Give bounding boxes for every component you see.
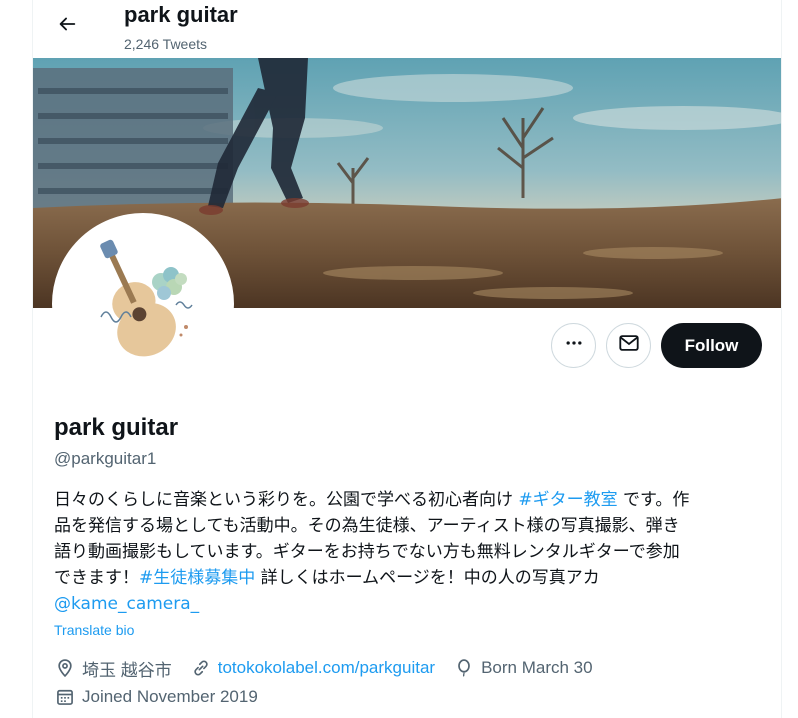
- translate-bio-link[interactable]: Translate bio: [54, 621, 134, 639]
- bio-line: 日々のくらしに音楽という彩りを。公園で学べる初心者向け #ギター教室 です。作: [54, 490, 690, 510]
- profile-header-bar: park guitar 2,246 Tweets: [33, 0, 781, 58]
- back-button[interactable]: [49, 8, 85, 44]
- bio-line: 語り動画撮影もしています。ギターをお持ちでない方も無料レンタルギターで参加: [54, 542, 680, 562]
- arrow-left-icon: [56, 13, 78, 40]
- envelope-icon: [618, 332, 640, 359]
- profile-display-name: park guitar: [54, 414, 179, 441]
- hashtag-link[interactable]: #ギター教室: [518, 490, 617, 510]
- profile-handle: @parkguitar1: [54, 449, 157, 468]
- profile-location: 埼玉 越谷市: [54, 656, 172, 681]
- profile-website[interactable]: totokokolabel.com/parkguitar: [190, 657, 435, 679]
- header-title: park guitar: [124, 2, 238, 27]
- profile-meta-row: Joined November 2019: [54, 685, 276, 709]
- calendar-icon: [54, 686, 76, 708]
- more-button[interactable]: [551, 323, 596, 368]
- tweet-count: 2,246 Tweets: [124, 36, 208, 52]
- profile-meta-row: 埼玉 越谷市 totokokolabel.com/parkguitar Born…: [54, 656, 611, 680]
- profile-bio: 日々のくらしに音楽という彩りを。公園で学べる初心者向け #ギター教室 です。作 …: [54, 487, 754, 617]
- bio-line: @kame_camera_: [54, 591, 754, 617]
- follow-button[interactable]: Follow: [661, 323, 762, 368]
- profile-birthday: Born March 30: [453, 657, 593, 679]
- link-icon: [190, 657, 212, 679]
- hashtag-link[interactable]: #生徒様募集中: [139, 568, 255, 588]
- location-pin-icon: [54, 657, 76, 679]
- profile-joined: Joined November 2019: [54, 686, 258, 708]
- avatar[interactable]: [52, 213, 234, 395]
- guitar-logo-image: [56, 217, 230, 391]
- mention-link[interactable]: @kame_camera_: [54, 594, 199, 614]
- balloon-icon: [453, 657, 475, 679]
- bio-line: できます！#生徒様募集中 詳しくはホームページを！中の人の写真アカ: [54, 568, 600, 588]
- profile-column: park guitar 2,246 Tweets Follow park gui…: [32, 0, 782, 718]
- more-dots-icon: [564, 333, 584, 358]
- website-link[interactable]: totokokolabel.com/parkguitar: [218, 658, 435, 678]
- message-button[interactable]: [606, 323, 651, 368]
- bio-line: 品を発信する場としても活動中。その為生徒様、アーティスト様の写真撮影、弾き: [54, 516, 680, 536]
